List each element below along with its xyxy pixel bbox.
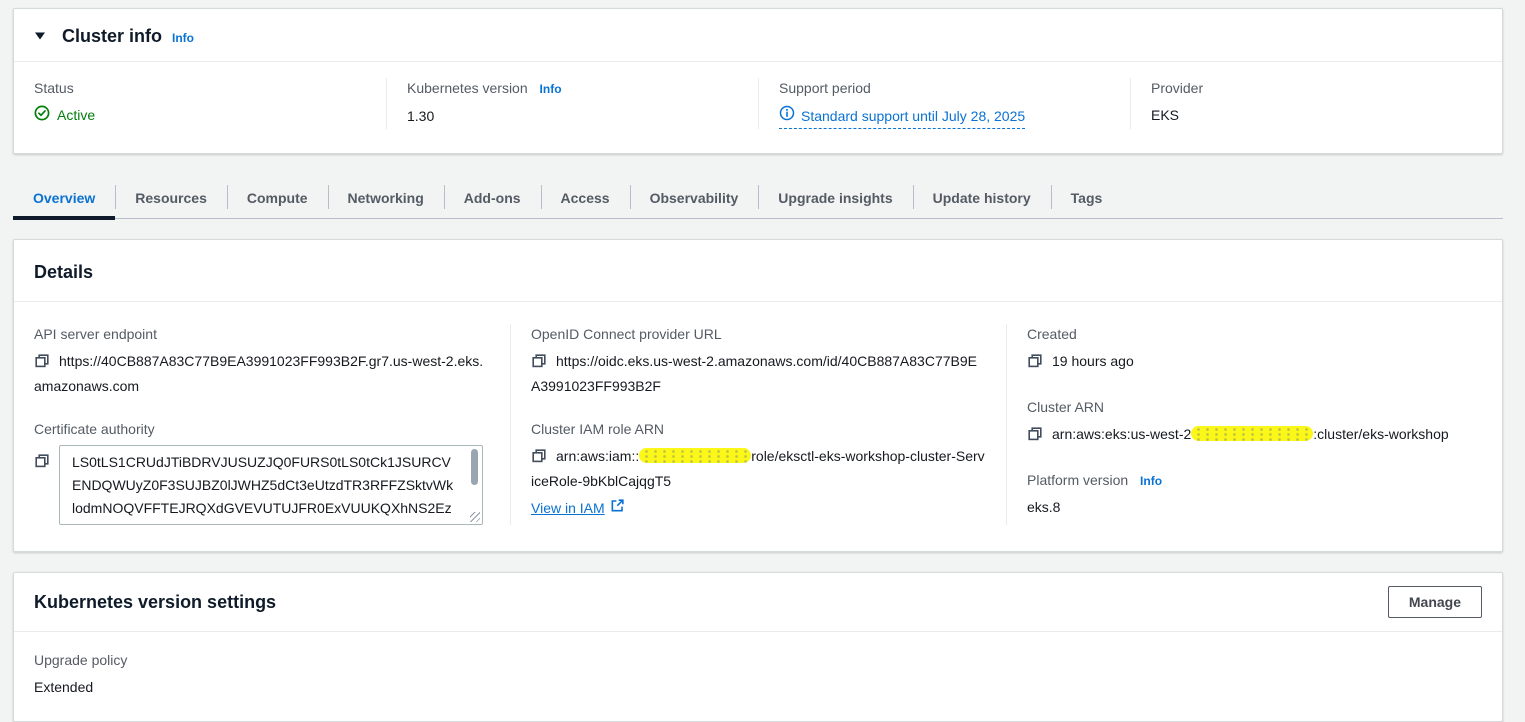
platform-version-info-link[interactable]: Info [1140, 474, 1162, 488]
created-value: 19 hours ago [1052, 353, 1134, 369]
provider-column: Provider EKS [1130, 78, 1502, 129]
view-in-iam-link-text: View in IAM [531, 498, 605, 518]
tab-tags[interactable]: Tags [1051, 180, 1123, 218]
platform-version-field: Platform version Info eks.8 [1027, 470, 1482, 517]
cluster-info-title: Cluster info [62, 24, 162, 48]
details-column-3: Created 19 hours ago Cluster ARN arn:aws… [1006, 324, 1502, 525]
textarea-scrollbar-thumb[interactable] [471, 449, 478, 485]
details-title: Details [34, 260, 1482, 284]
details-grid: API server endpoint https://40CB887A83C7… [14, 302, 1502, 551]
kubernetes-version-value: 1.30 [407, 106, 738, 126]
kubernetes-version-settings-header: Kubernetes version settings Manage [14, 573, 1502, 632]
oidc-provider-label: OpenID Connect provider URL [531, 324, 986, 344]
cluster-info-header: Cluster info Info [14, 9, 1502, 62]
upgrade-policy-value: Extended [34, 677, 1482, 697]
support-period-label: Support period [779, 78, 1110, 98]
certificate-authority-label: Certificate authority [34, 419, 490, 439]
info-circle-icon [779, 105, 795, 126]
external-link-icon [610, 498, 625, 518]
upgrade-policy-label: Upgrade policy [34, 650, 1482, 670]
status-column: Status Active [14, 78, 386, 129]
api-endpoint-label: API server endpoint [34, 324, 490, 344]
kubernetes-version-info-link[interactable]: Info [540, 82, 562, 96]
api-endpoint-field: API server endpoint https://40CB887A83C7… [34, 324, 490, 397]
copy-icon[interactable] [34, 353, 50, 375]
tab-bar: Overview Resources Compute Networking Ad… [13, 180, 1503, 219]
details-column-1: API server endpoint https://40CB887A83C7… [14, 324, 510, 525]
collapse-caret-icon[interactable] [34, 28, 46, 44]
cluster-arn-prefix: arn:aws:eks:us-west-2 [1052, 426, 1191, 442]
provider-value: EKS [1151, 105, 1482, 125]
cluster-arn-field: Cluster ARN arn:aws:eks:us-west-2 :cluste… [1027, 397, 1482, 448]
copy-icon[interactable] [34, 453, 50, 472]
cluster-info-info-link[interactable]: Info [172, 31, 194, 45]
tab-overview[interactable]: Overview [13, 180, 115, 218]
created-label: Created [1027, 324, 1482, 344]
copy-icon[interactable] [531, 448, 547, 470]
oidc-provider-field: OpenID Connect provider URL https://oidc… [531, 324, 986, 397]
api-endpoint-value: https://40CB887A83C77B9EA3991023FF993B2F… [34, 353, 483, 394]
tab-compute[interactable]: Compute [227, 180, 328, 218]
tab-update-history[interactable]: Update history [913, 180, 1051, 218]
cluster-info-grid: Status Active Kubernetes version Info 1.… [14, 62, 1502, 153]
cluster-iam-role-label: Cluster IAM role ARN [531, 419, 986, 439]
cluster-arn-suffix: :cluster/eks-workshop [1313, 426, 1448, 442]
copy-icon[interactable] [531, 353, 547, 375]
certificate-authority-field: Certificate authority LS0tLS1CRUdJTiBDRV… [34, 419, 490, 525]
cluster-arn-label: Cluster ARN [1027, 397, 1482, 417]
oidc-provider-value: https://oidc.eks.us-west-2.amazonaws.com… [531, 353, 977, 394]
textarea-resize-handle[interactable] [470, 512, 480, 522]
cluster-info-card: Cluster info Info Status Active Kubernet… [13, 8, 1503, 154]
status-label: Status [34, 78, 366, 98]
check-circle-icon [34, 105, 50, 124]
certificate-authority-textarea[interactable]: LS0tLS1CRUdJTiBDRVJUSUZJQ0FURS0tLS0tCk1J… [59, 445, 483, 525]
provider-label: Provider [1151, 78, 1482, 98]
tab-add-ons[interactable]: Add-ons [444, 180, 541, 218]
support-period-column: Support period Standard support until Ju… [758, 78, 1130, 129]
tab-observability[interactable]: Observability [630, 180, 759, 218]
tab-access[interactable]: Access [541, 180, 630, 218]
cluster-iam-role-field: Cluster IAM role ARN arn:aws:iam::role/e… [531, 419, 986, 518]
kubernetes-version-label-row: Kubernetes version Info [407, 78, 738, 99]
view-in-iam-link[interactable]: View in IAM [531, 498, 625, 518]
platform-version-value: eks.8 [1027, 497, 1482, 517]
support-period-link-text: Standard support until July 28, 2025 [801, 106, 1025, 126]
tab-upgrade-insights[interactable]: Upgrade insights [758, 180, 912, 218]
platform-version-label: Platform version [1027, 472, 1128, 488]
status-value: Active [57, 107, 95, 123]
details-header: Details [14, 240, 1502, 302]
tab-networking[interactable]: Networking [328, 180, 444, 218]
cluster-iam-role-arn-prefix: arn:aws:iam:: [556, 448, 639, 464]
kubernetes-version-settings-card: Kubernetes version settings Manage Upgra… [13, 572, 1503, 722]
created-field: Created 19 hours ago [1027, 324, 1482, 375]
support-period-link[interactable]: Standard support until July 28, 2025 [779, 105, 1025, 129]
copy-icon[interactable] [1027, 426, 1043, 448]
certificate-authority-value: LS0tLS1CRUdJTiBDRVJUSUZJQ0FURS0tLS0tCk1J… [72, 454, 453, 525]
copy-icon[interactable] [1027, 353, 1043, 375]
redacted-account-id [1191, 426, 1313, 441]
redacted-account-id [639, 448, 751, 463]
kubernetes-version-column: Kubernetes version Info 1.30 [386, 78, 758, 129]
platform-version-label-row: Platform version Info [1027, 470, 1482, 491]
status-badge: Active [34, 105, 95, 124]
kubernetes-version-settings-title: Kubernetes version settings [34, 590, 276, 614]
manage-button[interactable]: Manage [1388, 586, 1482, 618]
tab-resources[interactable]: Resources [115, 180, 227, 218]
kubernetes-version-label: Kubernetes version [407, 80, 528, 96]
details-column-2: OpenID Connect provider URL https://oidc… [510, 324, 1006, 525]
details-card: Details API server endpoint https://40CB… [13, 239, 1503, 552]
